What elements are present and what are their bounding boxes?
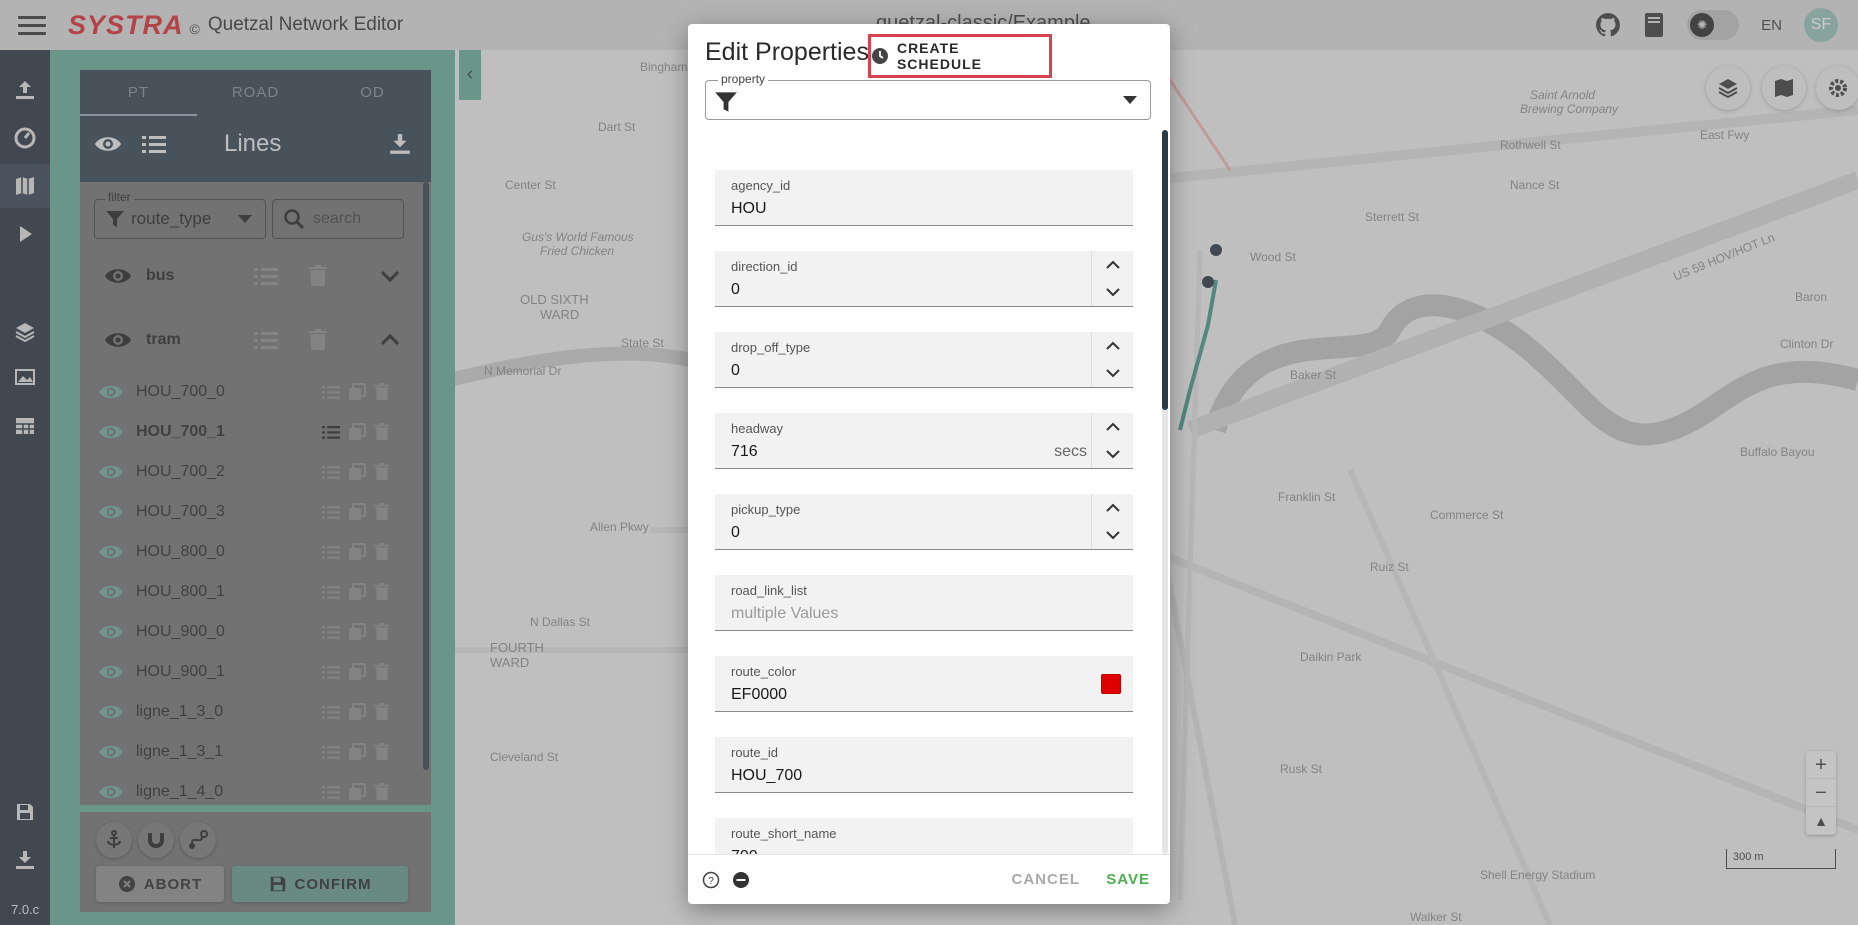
chevron-up-icon[interactable] xyxy=(1105,503,1121,513)
field-route-color[interactable]: route_color EF0000 xyxy=(715,656,1133,712)
field-label: direction_id xyxy=(731,259,798,274)
clock-icon xyxy=(871,48,888,64)
field-headway[interactable]: headway 716 secs xyxy=(715,413,1133,469)
field-direction-id[interactable]: direction_id 0 xyxy=(715,251,1133,307)
field-value[interactable]: multiple Values xyxy=(731,605,838,623)
field-value[interactable]: HOU xyxy=(731,200,767,218)
field-value[interactable]: HOU_700 xyxy=(731,767,802,785)
cancel-button[interactable]: CANCEL xyxy=(1012,871,1081,888)
create-schedule-label: CREATE SCHEDULE xyxy=(896,40,982,72)
field-label: headway xyxy=(731,421,784,436)
chevron-up-icon[interactable] xyxy=(1105,260,1121,270)
field-route-short-name[interactable]: route_short_name700 xyxy=(715,818,1133,854)
number-stepper[interactable] xyxy=(1091,332,1133,387)
field-label: pickup_type xyxy=(731,502,801,517)
number-stepper[interactable] xyxy=(1091,251,1133,306)
field-suffix: secs xyxy=(1054,443,1087,460)
remove-icon[interactable] xyxy=(732,871,750,889)
color-swatch[interactable] xyxy=(1101,674,1121,694)
chevron-up-icon[interactable] xyxy=(1105,341,1121,351)
save-button[interactable]: SAVE xyxy=(1106,871,1150,888)
field-label: route_short_name xyxy=(731,826,837,841)
field-pickup-type[interactable]: pickup_type 0 xyxy=(715,494,1133,550)
svg-text:?: ? xyxy=(708,876,714,887)
property-fields: agency_id HOU direction_id 0 drop_off_type 0 h… xyxy=(688,130,1170,854)
field-label: route_id xyxy=(731,745,778,760)
dialog-title: Edit Properties xyxy=(705,38,869,66)
property-legend: property xyxy=(718,72,769,86)
property-filter-select[interactable]: property xyxy=(705,72,1151,120)
chevron-down-icon[interactable] xyxy=(1105,287,1121,297)
field-label: road_link_list xyxy=(731,583,807,598)
field-value[interactable]: 716 xyxy=(731,443,758,461)
chevron-down-icon[interactable] xyxy=(1105,530,1121,540)
help-icon[interactable]: ? xyxy=(702,871,720,889)
chevron-down-icon xyxy=(1123,96,1137,104)
number-stepper[interactable] xyxy=(1091,413,1133,468)
field-value[interactable]: 0 xyxy=(731,362,740,380)
number-stepper[interactable] xyxy=(1091,494,1133,549)
field-drop-off-type[interactable]: drop_off_type 0 xyxy=(715,332,1133,388)
field-road-link-list[interactable]: road_link_list multiple Values xyxy=(715,575,1133,631)
field-value[interactable]: EF0000 xyxy=(731,686,787,704)
edit-properties-dialog: Edit Properties CREATE SCHEDULE property… xyxy=(688,24,1170,904)
field-label: drop_off_type xyxy=(731,340,811,355)
chevron-up-icon[interactable] xyxy=(1105,422,1121,432)
field-label: agency_id xyxy=(731,178,791,193)
filter-icon xyxy=(715,92,737,112)
field-label: route_color xyxy=(731,664,797,679)
create-schedule-button[interactable]: CREATE SCHEDULE xyxy=(868,34,1052,78)
field-value[interactable]: 0 xyxy=(731,524,740,542)
dialog-footer: ? CANCEL SAVE xyxy=(688,854,1170,904)
field-value[interactable]: 0 xyxy=(731,281,740,299)
chevron-down-icon[interactable] xyxy=(1105,368,1121,378)
dialog-scrollbar[interactable] xyxy=(1162,130,1168,854)
field-agency-id[interactable]: agency_id HOU xyxy=(715,170,1133,226)
chevron-down-icon[interactable] xyxy=(1105,449,1121,459)
field-route-id[interactable]: route_id HOU_700 xyxy=(715,737,1133,793)
